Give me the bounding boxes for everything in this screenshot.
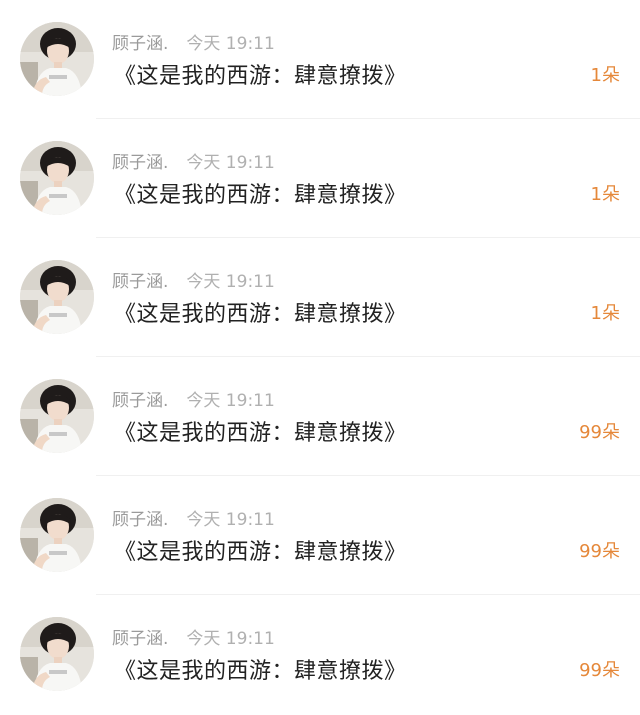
- list-item[interactable]: 顾子涵. 今天 19:11 《这是我的西游：肆意撩拨》 1朵: [0, 0, 640, 119]
- timestamp: 今天 19:11: [186, 33, 275, 54]
- author-name[interactable]: 顾子涵.: [112, 267, 168, 292]
- flower-count: 99朵: [579, 541, 620, 562]
- user-photo-avatar-icon: [20, 141, 94, 215]
- avatar[interactable]: [20, 141, 94, 215]
- user-photo-avatar-icon: [20, 498, 94, 572]
- list-item[interactable]: 顾子涵. 今天 19:11 《这是我的西游：肆意撩拨》 99朵: [0, 595, 640, 715]
- author-name[interactable]: 顾子涵.: [112, 148, 168, 173]
- meta-row: 顾子涵. 今天 19:11: [112, 28, 275, 54]
- user-photo-avatar-icon: [20, 22, 94, 96]
- avatar[interactable]: [20, 22, 94, 96]
- avatar[interactable]: [20, 260, 94, 334]
- flower-count: 1朵: [590, 184, 620, 205]
- work-title[interactable]: 《这是我的西游：肆意撩拨》: [114, 415, 407, 447]
- list-item[interactable]: 顾子涵. 今天 19:11 《这是我的西游：肆意撩拨》 99朵: [0, 476, 640, 595]
- work-title[interactable]: 《这是我的西游：肆意撩拨》: [114, 653, 407, 685]
- timestamp: 今天 19:11: [186, 628, 275, 649]
- gift-record-list: 顾子涵. 今天 19:11 《这是我的西游：肆意撩拨》 1朵 顾子涵. 今天 1…: [0, 0, 640, 715]
- meta-row: 顾子涵. 今天 19:11: [112, 147, 275, 173]
- meta-row: 顾子涵. 今天 19:11: [112, 385, 275, 411]
- user-photo-avatar-icon: [20, 379, 94, 453]
- timestamp: 今天 19:11: [186, 509, 275, 530]
- author-name[interactable]: 顾子涵.: [112, 29, 168, 54]
- flower-count: 1朵: [590, 65, 620, 86]
- flower-count: 99朵: [579, 422, 620, 443]
- user-photo-avatar-icon: [20, 617, 94, 691]
- meta-row: 顾子涵. 今天 19:11: [112, 623, 275, 649]
- list-item[interactable]: 顾子涵. 今天 19:11 《这是我的西游：肆意撩拨》 99朵: [0, 357, 640, 476]
- author-name[interactable]: 顾子涵.: [112, 386, 168, 411]
- user-photo-avatar-icon: [20, 260, 94, 334]
- avatar[interactable]: [20, 617, 94, 691]
- avatar[interactable]: [20, 498, 94, 572]
- flower-count: 99朵: [579, 660, 620, 681]
- author-name[interactable]: 顾子涵.: [112, 624, 168, 649]
- flower-count: 1朵: [590, 303, 620, 324]
- work-title[interactable]: 《这是我的西游：肆意撩拨》: [114, 177, 407, 209]
- work-title[interactable]: 《这是我的西游：肆意撩拨》: [114, 296, 407, 328]
- timestamp: 今天 19:11: [186, 152, 275, 173]
- meta-row: 顾子涵. 今天 19:11: [112, 504, 275, 530]
- meta-row: 顾子涵. 今天 19:11: [112, 266, 275, 292]
- work-title[interactable]: 《这是我的西游：肆意撩拨》: [114, 534, 407, 566]
- work-title[interactable]: 《这是我的西游：肆意撩拨》: [114, 58, 407, 90]
- author-name[interactable]: 顾子涵.: [112, 505, 168, 530]
- timestamp: 今天 19:11: [186, 390, 275, 411]
- list-item[interactable]: 顾子涵. 今天 19:11 《这是我的西游：肆意撩拨》 1朵: [0, 238, 640, 357]
- list-item[interactable]: 顾子涵. 今天 19:11 《这是我的西游：肆意撩拨》 1朵: [0, 119, 640, 238]
- timestamp: 今天 19:11: [186, 271, 275, 292]
- avatar[interactable]: [20, 379, 94, 453]
